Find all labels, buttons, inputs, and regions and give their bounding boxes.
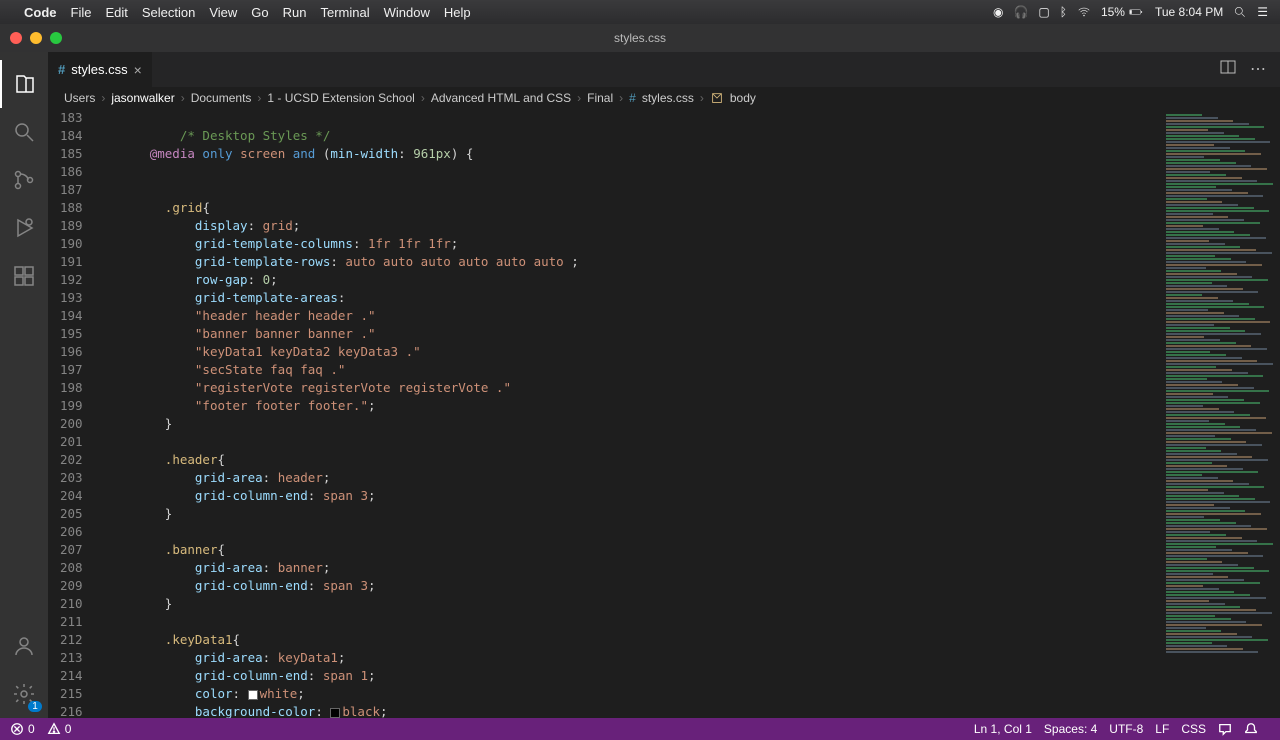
status-lncol[interactable]: Ln 1, Col 1 [974, 722, 1032, 736]
css-file-icon: # [58, 62, 65, 77]
headphones-icon[interactable]: 🎧 [1013, 5, 1028, 19]
tab-label: styles.css [71, 62, 127, 77]
menu-window[interactable]: Window [384, 5, 430, 20]
breadcrumb-item[interactable]: jasonwalker [111, 91, 174, 105]
status-lang[interactable]: CSS [1181, 722, 1206, 736]
spotlight-icon[interactable] [1233, 5, 1247, 19]
more-actions-icon[interactable]: ⋯ [1250, 59, 1266, 80]
accounts-icon[interactable] [0, 622, 48, 670]
feedback-icon[interactable] [1218, 722, 1232, 736]
menu-file[interactable]: File [71, 5, 92, 20]
macos-menubar: Code File Edit Selection View Go Run Ter… [0, 0, 1280, 24]
tab-styles-css[interactable]: # styles.css × [48, 52, 153, 87]
menu-selection[interactable]: Selection [142, 5, 195, 20]
status-warnings[interactable]: 0 [47, 722, 72, 736]
menu-terminal[interactable]: Terminal [321, 5, 370, 20]
status-errors[interactable]: 0 [10, 722, 35, 736]
editor-tabs: # styles.css × ⋯ [48, 52, 1280, 87]
line-number-gutter: 1831841851861871881891901911921931941951… [48, 109, 101, 718]
source-control-icon[interactable] [0, 156, 48, 204]
airplay-icon[interactable]: ▢ [1038, 5, 1049, 19]
app-name[interactable]: Code [24, 5, 57, 20]
css-file-icon: # [629, 91, 636, 105]
breadcrumb-item[interactable]: 1 - UCSD Extension School [267, 91, 414, 105]
breadcrumb-item[interactable]: Final [587, 91, 613, 105]
clock[interactable]: Tue 8:04 PM [1155, 5, 1223, 19]
breadcrumb-item[interactable]: Advanced HTML and CSS [431, 91, 571, 105]
status-encoding[interactable]: UTF-8 [1109, 722, 1143, 736]
menu-view[interactable]: View [209, 5, 237, 20]
code-content[interactable]: /* Desktop Styles */ @media only screen … [101, 109, 1160, 718]
explorer-icon[interactable] [0, 60, 48, 108]
menu-go[interactable]: Go [251, 5, 268, 20]
breadcrumb-item[interactable]: Users [64, 91, 95, 105]
settings-icon[interactable]: 1 [0, 670, 48, 718]
search-icon[interactable] [0, 108, 48, 156]
close-window-button[interactable] [10, 32, 22, 44]
activity-bar: 1 [0, 52, 48, 718]
status-eol[interactable]: LF [1155, 722, 1169, 736]
breadcrumb-item[interactable]: body [730, 91, 756, 105]
split-editor-icon[interactable] [1220, 59, 1236, 80]
menu-run[interactable]: Run [283, 5, 307, 20]
notifications-icon[interactable] [1244, 722, 1258, 736]
status-spaces[interactable]: Spaces: 4 [1044, 722, 1097, 736]
run-debug-icon[interactable] [0, 204, 48, 252]
breadcrumbs[interactable]: Users› jasonwalker› Documents› 1 - UCSD … [48, 87, 1280, 109]
code-editor[interactable]: 1831841851861871881891901911921931941951… [48, 109, 1280, 718]
extensions-icon[interactable] [0, 252, 48, 300]
menu-edit[interactable]: Edit [105, 5, 127, 20]
minimize-window-button[interactable] [30, 32, 42, 44]
minimap[interactable] [1160, 109, 1280, 718]
symbol-icon [710, 91, 724, 105]
battery-status[interactable]: 15% [1101, 5, 1143, 19]
close-tab-icon[interactable]: × [134, 62, 142, 78]
menu-help[interactable]: Help [444, 5, 471, 20]
window-titlebar: styles.css [0, 24, 1280, 52]
window-title: styles.css [614, 31, 666, 45]
wifi-icon[interactable] [1077, 5, 1091, 19]
control-center-icon[interactable]: ☰ [1257, 5, 1268, 19]
settings-badge: 1 [28, 701, 42, 712]
breadcrumb-item[interactable]: styles.css [642, 91, 694, 105]
status-bar: 0 0 Ln 1, Col 1 Spaces: 4 UTF-8 LF CSS [0, 718, 1280, 740]
bluetooth-icon[interactable]: ᛒ [1060, 5, 1067, 19]
traffic-lights [10, 32, 62, 44]
fullscreen-window-button[interactable] [50, 32, 62, 44]
creative-cloud-icon[interactable]: ◉ [993, 5, 1003, 19]
breadcrumb-item[interactable]: Documents [191, 91, 252, 105]
